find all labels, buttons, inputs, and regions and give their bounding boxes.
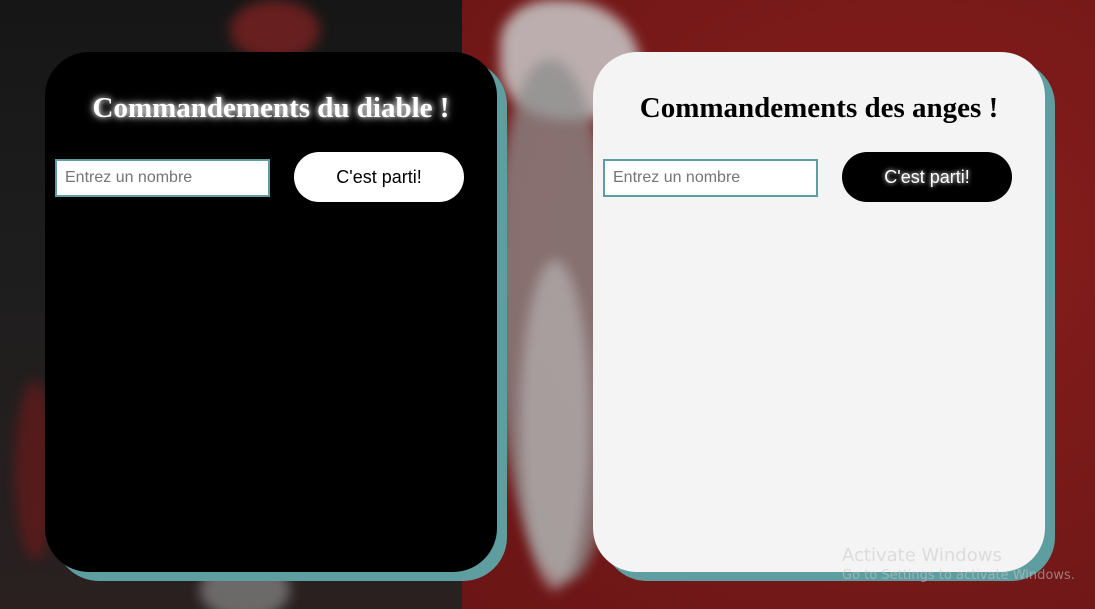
devil-number-input[interactable] [55, 159, 270, 197]
angel-card: Commandements des anges ! C'est parti! [593, 52, 1045, 572]
devil-card-title: Commandements du diable ! [92, 92, 450, 124]
angel-card-title: Commandements des anges ! [639, 92, 999, 124]
angel-number-input[interactable] [603, 159, 818, 197]
background-wing-shape [520, 260, 590, 590]
watermark-title: Activate Windows [842, 545, 1002, 566]
watermark-subtitle: Go to Settings to activate Windows. [842, 568, 1075, 583]
devil-card: Commandements du diable ! C'est parti! [45, 52, 497, 572]
background-wing-shape [230, 0, 320, 60]
angel-go-button[interactable]: C'est parti! [842, 152, 1012, 202]
activate-windows-watermark: Activate Windows Go to Settings to activ… [842, 545, 1075, 585]
devil-go-button[interactable]: C'est parti! [294, 152, 464, 202]
